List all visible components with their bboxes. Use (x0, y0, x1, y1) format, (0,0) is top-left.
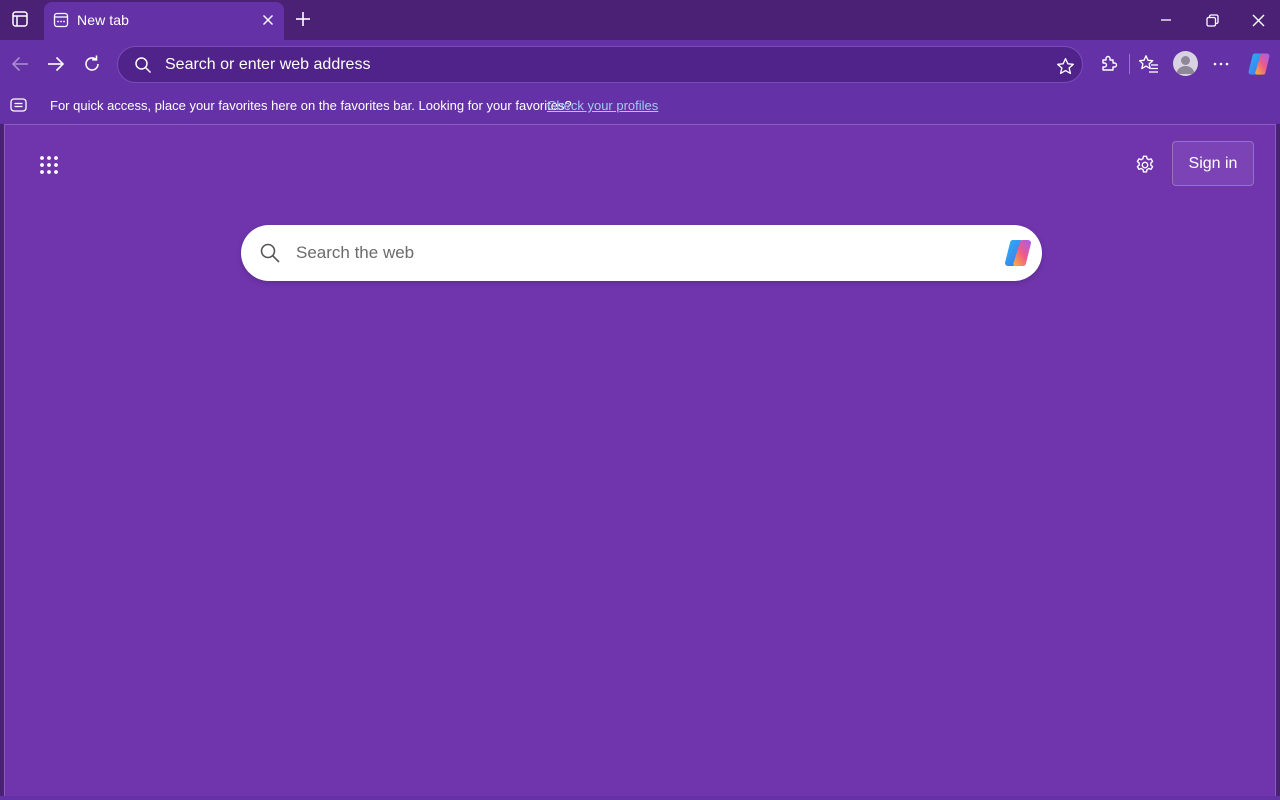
back-button[interactable] (6, 50, 34, 78)
refresh-icon (85, 55, 99, 71)
copilot-button[interactable] (1244, 49, 1274, 79)
gear-icon (1136, 155, 1154, 173)
favorites-bar: For quick access, place your favorites h… (0, 88, 1280, 124)
more-button[interactable] (1207, 50, 1235, 78)
more-icon (1213, 62, 1229, 66)
new-tab-button[interactable] (290, 6, 316, 32)
new-tab-page: Sign in (4, 124, 1276, 796)
address-bar-placeholder: Search or enter web address (165, 56, 371, 73)
close-icon (1252, 14, 1264, 26)
toolbar-separator (1129, 54, 1130, 74)
favorites-icon (1139, 55, 1158, 73)
title-bar: New tab (0, 0, 1280, 40)
tab-title: New tab (77, 12, 130, 28)
favorites-button[interactable] (1135, 50, 1163, 78)
minimize-icon (1161, 19, 1171, 21)
copilot-icon (1248, 53, 1270, 75)
tab-close-button[interactable] (258, 10, 278, 30)
favorites-bar-message: For quick access, place your favorites h… (50, 98, 572, 113)
restore-button[interactable] (1198, 6, 1226, 34)
back-arrow-icon (11, 56, 28, 72)
minimize-button[interactable] (1152, 6, 1180, 34)
address-bar[interactable]: Search or enter web address (117, 46, 1083, 83)
window-close-button[interactable] (1244, 6, 1272, 34)
apps-launcher-button[interactable] (35, 151, 63, 179)
restore-icon (1205, 13, 1219, 27)
tab-actions-icon (12, 11, 28, 27)
toolbar: Search or enter web address (0, 40, 1280, 88)
plus-icon (296, 12, 310, 26)
page-settings-button[interactable] (1131, 151, 1159, 179)
sign-in-button[interactable]: Sign in (1172, 141, 1254, 186)
new-tab-favicon-icon (52, 11, 70, 29)
avatar-icon (1176, 56, 1195, 74)
window-bottom-edge (0, 796, 1280, 800)
profile-button[interactable] (1173, 51, 1198, 76)
apps-grid-icon (40, 156, 58, 174)
copilot-search-button[interactable] (1002, 237, 1034, 269)
tab-actions-button[interactable] (6, 5, 34, 33)
copilot-icon (1005, 239, 1031, 266)
forward-arrow-icon (48, 56, 65, 72)
web-search-box[interactable] (241, 225, 1042, 281)
tab-new-tab[interactable]: New tab (44, 2, 284, 40)
check-profiles-link[interactable]: Check your profiles (547, 98, 658, 113)
forward-button[interactable] (42, 50, 70, 78)
extensions-button[interactable] (1095, 50, 1123, 78)
search-icon (258, 241, 282, 265)
close-icon (263, 15, 273, 25)
web-search-input[interactable] (296, 238, 986, 268)
refresh-button[interactable] (78, 50, 106, 78)
search-icon (133, 55, 153, 75)
add-favorite-button[interactable] (1054, 55, 1076, 77)
puzzle-icon (1102, 55, 1118, 71)
star-icon (1056, 57, 1074, 74)
favorites-bar-icon (9, 97, 27, 113)
